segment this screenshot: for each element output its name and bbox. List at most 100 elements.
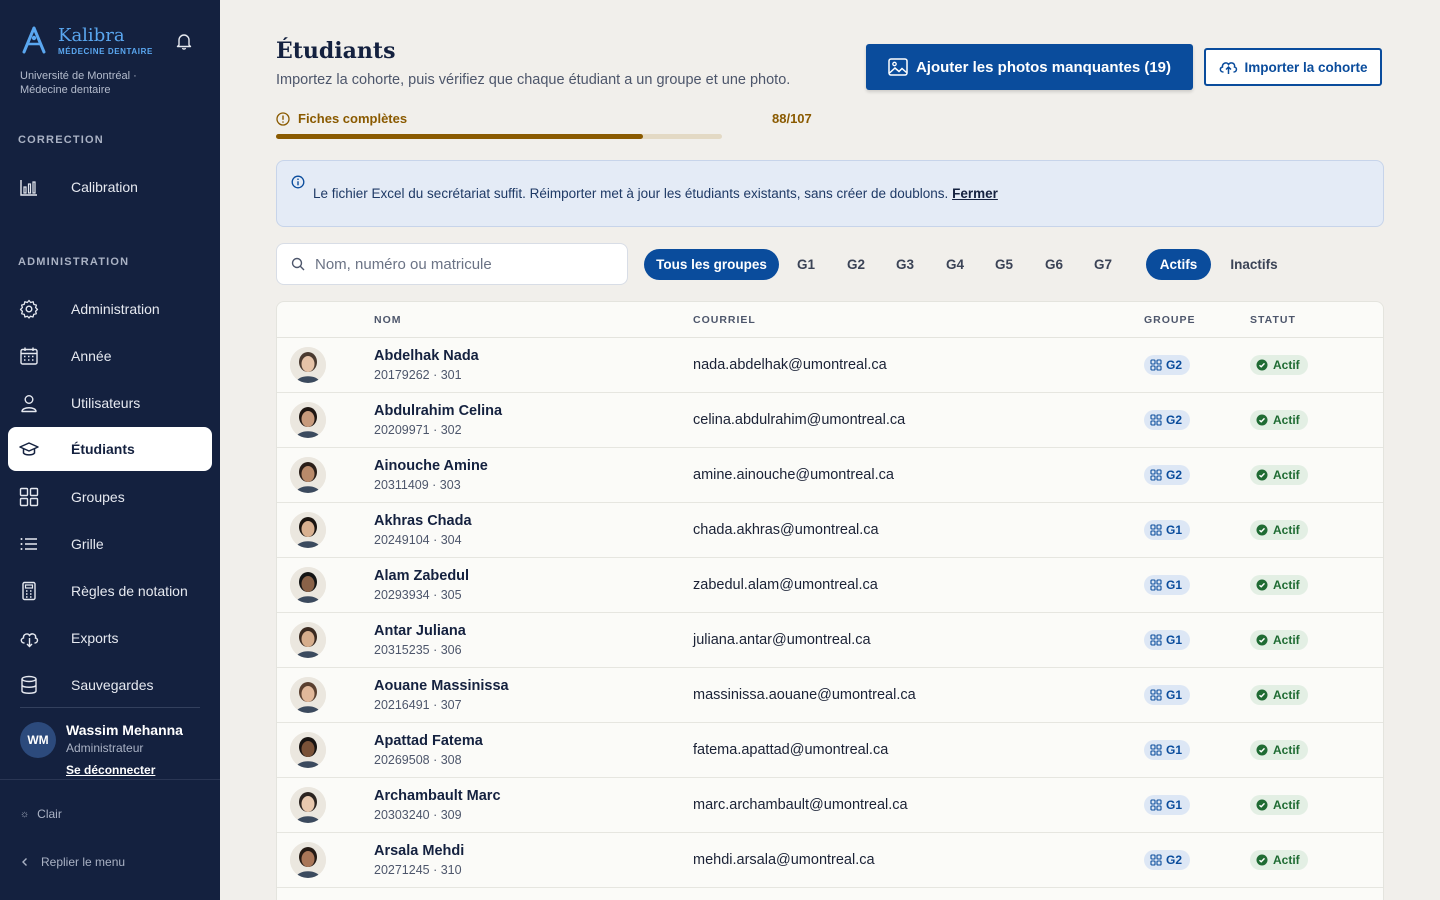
table-row-partial[interactable] <box>277 888 1383 900</box>
filter-chip-g3[interactable]: G3 <box>886 249 924 280</box>
progress-label: Fiches complètes <box>276 111 407 126</box>
table-row[interactable]: Aouane Massinissa 20216491 · 307 massini… <box>277 668 1383 723</box>
student-photo <box>290 677 326 713</box>
table-row[interactable]: Abdulrahim Celina 20209971 · 302 celina.… <box>277 393 1383 448</box>
cloud-upload-icon <box>1220 62 1238 74</box>
table-row[interactable]: Antar Juliana 20315235 · 306 juliana.ant… <box>277 613 1383 668</box>
section-label-administration: ADMINISTRATION <box>18 256 130 268</box>
sidebar-item-regles-de-notation[interactable]: Règles de notation <box>8 569 212 613</box>
filter-chip-g7[interactable]: G7 <box>1084 249 1122 280</box>
table-row[interactable]: Alam Zabedul 20293934 · 305 zabedul.alam… <box>277 558 1383 613</box>
table-row[interactable]: Abdelhak Nada 20179262 · 301 nada.abdelh… <box>277 338 1383 393</box>
bell-icon[interactable] <box>175 32 193 50</box>
group-badge[interactable]: G2 <box>1144 850 1191 870</box>
theme-label: Clair <box>37 807 62 821</box>
table-row[interactable]: Arsala Mehdi 20271245 · 310 mehdi.arsala… <box>277 833 1383 888</box>
sidebar-item-grille[interactable]: Grille <box>8 522 212 566</box>
column-header-name[interactable]: NOM <box>374 314 402 326</box>
avatar[interactable]: WM <box>20 722 56 758</box>
sidebar-item-sauvegardes[interactable]: Sauvegardes <box>8 663 212 707</box>
collapse-menu-button[interactable]: Replier le menu <box>20 855 125 869</box>
sidebar-item-etudiants[interactable]: Étudiants <box>8 427 212 471</box>
student-name[interactable]: Ainouche Amine <box>374 458 488 474</box>
brand-name: Kalibra <box>58 25 125 46</box>
import-cohort-button[interactable]: Importer la cohorte <box>1204 48 1382 86</box>
filter-chip-g1[interactable]: G1 <box>787 249 825 280</box>
student-name[interactable]: Abdelhak Nada <box>374 348 479 364</box>
institution-name: Université de Montréal · Médecine dentai… <box>20 70 137 96</box>
progress-bar <box>276 134 722 139</box>
sidebar-item-administration[interactable]: Administration <box>8 287 212 331</box>
sidebar-item-label: Grille <box>71 536 104 552</box>
logout-link[interactable]: Se déconnecter <box>66 763 155 777</box>
sidebar-item-annee[interactable]: Année <box>8 334 212 378</box>
filter-chip-g5[interactable]: G5 <box>985 249 1023 280</box>
student-photo <box>290 732 326 768</box>
student-name[interactable]: Alam Zabedul <box>374 568 469 584</box>
group-badge-label: G1 <box>1166 743 1183 757</box>
section-label-correction: CORRECTION <box>18 134 104 146</box>
student-name[interactable]: Antar Juliana <box>374 623 466 639</box>
chevron-left-icon <box>22 858 27 866</box>
filter-chip-g2[interactable]: G2 <box>837 249 875 280</box>
filter-chip-g6[interactable]: G6 <box>1035 249 1073 280</box>
student-email: marc.archambault@umontreal.ca <box>693 797 908 813</box>
student-name[interactable]: Apattad Fatema <box>374 733 483 749</box>
group-badge[interactable]: G1 <box>1144 685 1191 705</box>
check-circle-icon <box>1256 359 1268 371</box>
filter-chip-actifs[interactable]: Actifs <box>1146 249 1211 280</box>
group-badge[interactable]: G1 <box>1144 575 1191 595</box>
group-badge[interactable]: G2 <box>1144 355 1191 375</box>
table-row[interactable]: Archambault Marc 20303240 · 309 marc.arc… <box>277 778 1383 833</box>
filter-chip-inactifs[interactable]: Inactifs <box>1219 249 1289 280</box>
student-photo-image <box>290 732 326 768</box>
student-name[interactable]: Arsala Mehdi <box>374 843 464 859</box>
group-badge[interactable]: G1 <box>1144 740 1191 760</box>
table-row[interactable]: Akhras Chada 20249104 · 304 chada.akhras… <box>277 503 1383 558</box>
status-badge-label: Actif <box>1273 633 1300 647</box>
group-badge[interactable]: G2 <box>1144 410 1191 430</box>
column-header-email[interactable]: COURRIEL <box>693 314 756 326</box>
sidebar-item-groupes[interactable]: Groupes <box>8 475 212 519</box>
sidebar-item-exports[interactable]: Exports <box>8 616 212 660</box>
student-id-meta: 20269508 · 308 <box>374 753 462 767</box>
student-name[interactable]: Archambault Marc <box>374 788 501 804</box>
table-row[interactable]: Ainouche Amine 20311409 · 303 amine.aino… <box>277 448 1383 503</box>
add-missing-photos-button[interactable]: Ajouter les photos manquantes (19) <box>866 44 1193 90</box>
search-input[interactable] <box>315 255 605 273</box>
brand[interactable]: Kalibra MÉDECINE DENTAIRE <box>20 26 153 56</box>
grid-icon <box>19 487 39 507</box>
student-name[interactable]: Abdulrahim Celina <box>374 403 502 419</box>
theme-toggle[interactable]: ☼ Clair <box>20 807 62 821</box>
group-badge[interactable]: G2 <box>1144 465 1191 485</box>
group-badge[interactable]: G1 <box>1144 520 1191 540</box>
search-box[interactable] <box>276 243 628 285</box>
image-icon <box>888 58 908 76</box>
progress-label-text: Fiches complètes <box>298 111 408 126</box>
progress-bar-fill <box>276 134 643 139</box>
student-photo-image <box>290 787 326 823</box>
filter-chip-all-groups[interactable]: Tous les groupes <box>644 249 779 280</box>
close-banner-link[interactable]: Fermer <box>952 186 998 201</box>
check-circle-icon <box>1256 469 1268 481</box>
sidebar-item-label: Sauvegardes <box>71 677 154 693</box>
grid-icon <box>1150 799 1162 811</box>
group-badge[interactable]: G1 <box>1144 630 1191 650</box>
filter-chip-g4[interactable]: G4 <box>936 249 974 280</box>
sidebar-item-label: Étudiants <box>71 441 135 457</box>
sidebar-item-label: Année <box>71 348 112 364</box>
check-circle-icon <box>1256 634 1268 646</box>
group-badge[interactable]: G1 <box>1144 795 1191 815</box>
student-name[interactable]: Akhras Chada <box>374 513 472 529</box>
status-badge: Actif <box>1250 795 1308 815</box>
sidebar-item-utilisateurs[interactable]: Utilisateurs <box>8 381 212 425</box>
sidebar-item-label: Utilisateurs <box>71 395 141 411</box>
column-header-group[interactable]: GROUPE <box>1144 314 1196 326</box>
column-header-status[interactable]: STATUT <box>1250 314 1296 326</box>
student-email: celina.abdulrahim@umontreal.ca <box>693 412 906 428</box>
sidebar-item-label: Calibration <box>71 179 138 195</box>
grid-icon <box>1150 579 1162 591</box>
student-name[interactable]: Aouane Massinissa <box>374 678 509 694</box>
sidebar-item-calibration[interactable]: Calibration <box>8 165 212 209</box>
table-row[interactable]: Apattad Fatema 20269508 · 308 fatema.apa… <box>277 723 1383 778</box>
